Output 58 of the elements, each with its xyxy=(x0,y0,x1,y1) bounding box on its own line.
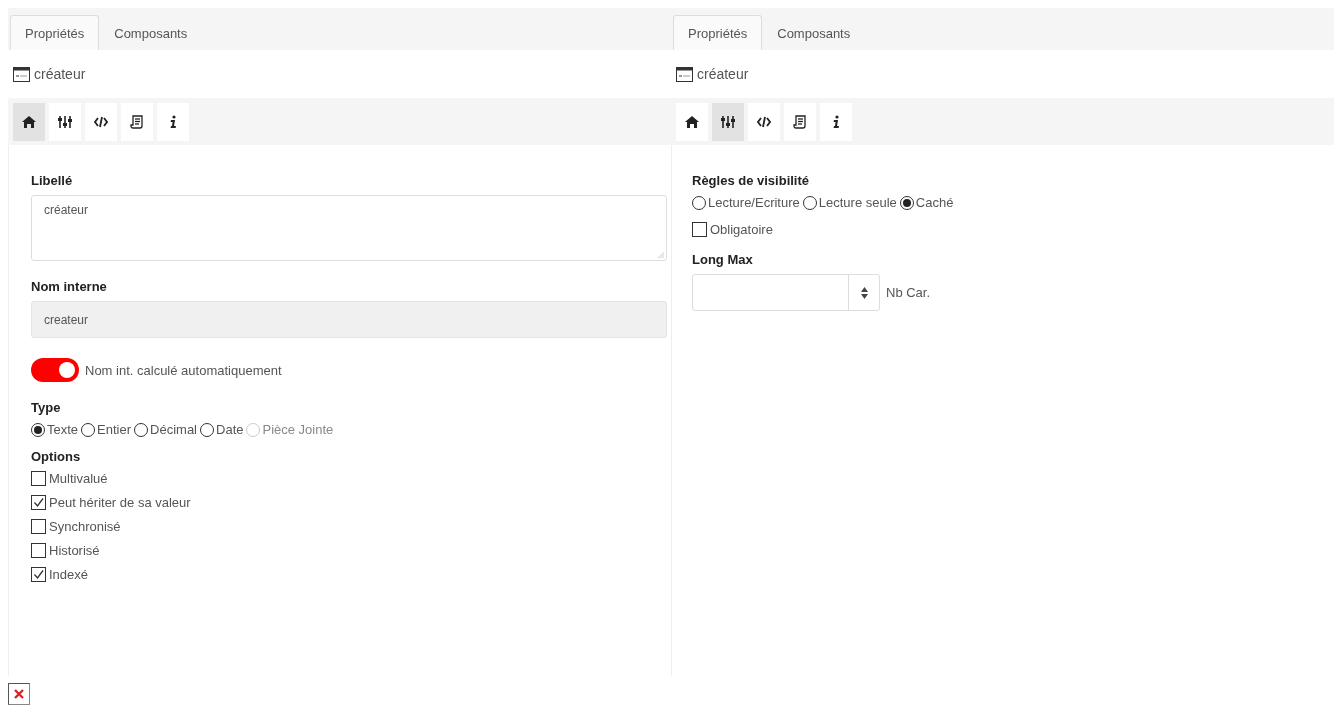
toolbar-button[interactable] xyxy=(676,102,708,141)
field-label: Long Max xyxy=(692,252,754,267)
code-icon xyxy=(757,114,771,129)
checkbox-label: Obligatoire xyxy=(710,222,773,237)
tab[interactable]: Composants xyxy=(762,15,866,50)
text-area[interactable]: créateur xyxy=(31,195,667,261)
component-title: créateur xyxy=(697,66,749,82)
radio-label: Caché xyxy=(915,195,954,210)
unit-label: Nb Car. xyxy=(886,285,931,300)
checkbox[interactable] xyxy=(31,495,46,510)
toolbar-button[interactable] xyxy=(121,102,153,141)
radio-label: Décimal xyxy=(150,422,197,437)
checkbox[interactable] xyxy=(31,471,46,486)
checkbox[interactable] xyxy=(31,519,46,534)
toolbar-button[interactable] xyxy=(13,102,45,141)
checkbox-label: Indexé xyxy=(49,567,89,582)
scroll-icon xyxy=(793,114,807,129)
form-field-icon xyxy=(676,66,693,82)
field-label: Type xyxy=(31,400,62,415)
checkbox-label: Peut hériter de sa valeur xyxy=(49,495,191,510)
toolbar-button[interactable] xyxy=(784,102,816,141)
field-label: Libellé xyxy=(31,173,74,188)
toggle-label: Nom int. calculé automatiquement xyxy=(85,362,282,378)
field-label: Nom interne xyxy=(31,279,108,294)
checkbox[interactable] xyxy=(31,567,46,582)
toolbar-button[interactable] xyxy=(748,102,780,141)
toolbar-button[interactable] xyxy=(820,102,852,141)
radio-label: Lecture/Ecriture xyxy=(708,195,800,210)
field-label: Options xyxy=(31,449,82,464)
checkbox-label: Historisé xyxy=(49,543,100,558)
form-field-icon xyxy=(13,66,30,82)
sliders-icon xyxy=(721,114,735,129)
scroll-icon xyxy=(130,114,144,129)
sliders-icon xyxy=(58,114,72,129)
radio-label: Date xyxy=(216,422,244,437)
toolbar-button[interactable] xyxy=(157,102,189,141)
tab[interactable]: Composants xyxy=(99,15,203,50)
tab[interactable]: Propriétés xyxy=(10,15,100,50)
checkbox-label: Synchronisé xyxy=(49,519,121,534)
tab[interactable]: Propriétés xyxy=(673,15,763,50)
toolbar-button[interactable] xyxy=(712,102,744,141)
radio-label: Entier xyxy=(97,422,132,437)
checkbox[interactable] xyxy=(692,222,707,237)
code-icon xyxy=(94,114,108,129)
home-icon xyxy=(22,114,36,129)
radio-label: Lecture seule xyxy=(818,195,897,210)
radio-label: Pièce Jointe xyxy=(262,422,334,437)
spinner-icon xyxy=(859,285,869,300)
checkbox[interactable] xyxy=(31,543,46,558)
radio-label: Texte xyxy=(47,422,79,437)
home-icon xyxy=(685,114,699,129)
component-title: créateur xyxy=(34,66,86,82)
field-label: Règles de visibilité xyxy=(692,173,811,188)
toolbar-button[interactable] xyxy=(49,102,81,141)
number-field[interactable] xyxy=(692,274,880,311)
checkbox-label: Multivalué xyxy=(49,471,108,486)
toggle-switch[interactable] xyxy=(31,358,79,382)
toolbar-button[interactable] xyxy=(85,102,117,141)
